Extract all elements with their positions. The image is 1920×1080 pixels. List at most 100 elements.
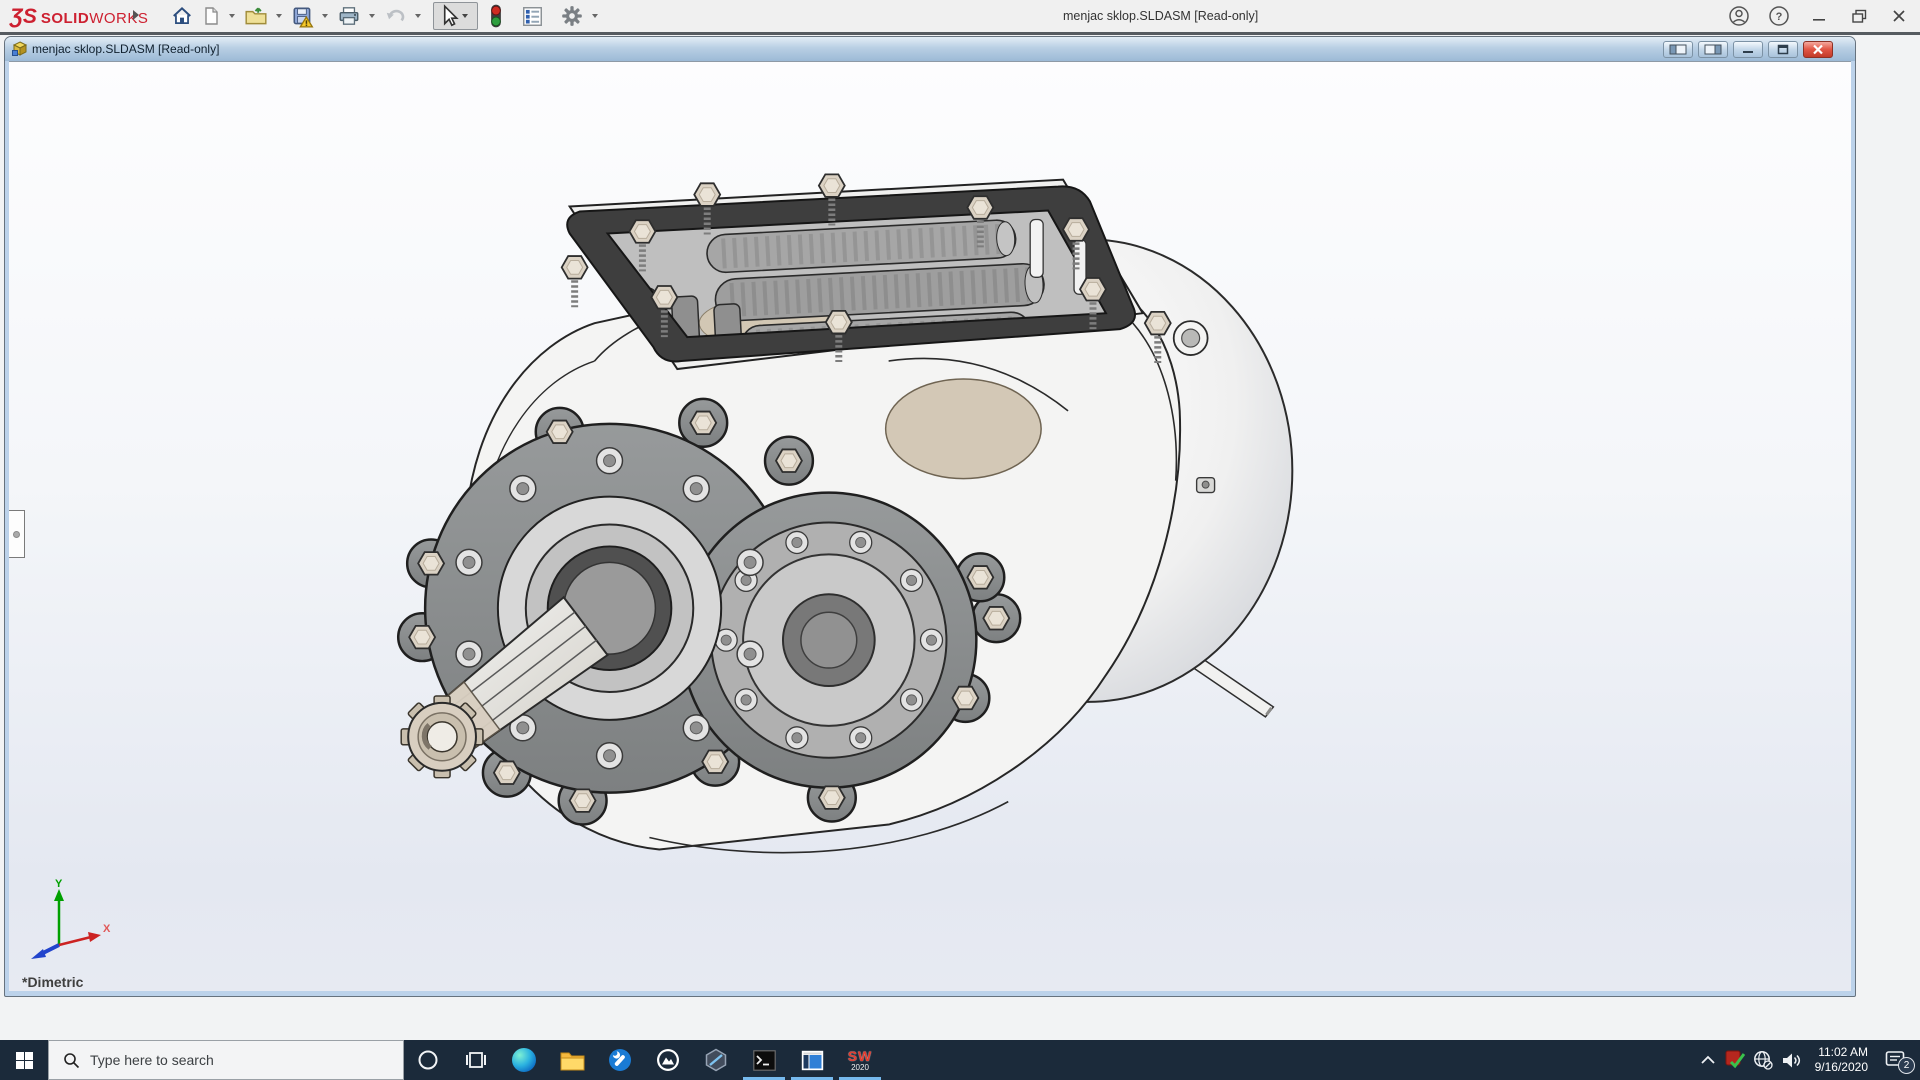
- window-app-icon: [801, 1050, 823, 1070]
- taskbar-search-input[interactable]: Type here to search: [48, 1040, 404, 1080]
- action-center-button[interactable]: 2: [1876, 1040, 1916, 1080]
- pane-handle-dot: [13, 530, 20, 538]
- solidworks-logo-light: WORKS: [89, 10, 149, 27]
- undo-button[interactable]: [381, 3, 410, 29]
- solidworks-resource-monitor-icon: [1725, 1050, 1745, 1069]
- undo-icon: [386, 9, 405, 22]
- taskbar-item-solidworks[interactable]: SW 2020: [836, 1040, 884, 1080]
- network-tray-item[interactable]: [1749, 1040, 1777, 1080]
- windows-taskbar: Type here to search SW 2020: [0, 1040, 1920, 1080]
- solidworks-letters: SW: [847, 1047, 873, 1064]
- task-view-icon: [466, 1052, 486, 1068]
- open-button[interactable]: [241, 3, 271, 29]
- document-title-bar[interactable]: menjac sklop.SLDASM [Read-only]: [5, 37, 1855, 61]
- solidworks-logo: ƷS SOLID WORKS: [10, 5, 148, 29]
- command-prompt-icon: [752, 1049, 776, 1071]
- photos-icon: [657, 1049, 679, 1071]
- user-account-button[interactable]: [1726, 3, 1752, 29]
- doc-close-button[interactable]: [1803, 41, 1833, 58]
- document-window: menjac sklop.SLDASM [Read-only] Y X *Dim…: [4, 36, 1856, 997]
- select-tool-dropdown[interactable]: [462, 14, 468, 18]
- taskbar-item-window-app[interactable]: [788, 1040, 836, 1080]
- dev-app-hexagon-icon: [705, 1048, 727, 1072]
- tray-time: 11:02 AM: [1818, 1045, 1868, 1059]
- quick-access-toolbar: [168, 0, 604, 32]
- volume-tray-item[interactable]: [1777, 1040, 1807, 1080]
- undo-dropdown[interactable]: [415, 14, 421, 18]
- triad-y-label: Y: [55, 878, 63, 890]
- taskbar-item-settings-tool[interactable]: [596, 1040, 644, 1080]
- file-properties-icon: [523, 6, 542, 26]
- spline-end: [400, 695, 484, 779]
- search-icon: [64, 1052, 80, 1068]
- assembly-file-icon: [12, 41, 28, 57]
- print-button[interactable]: [334, 3, 364, 29]
- edge-icon: [512, 1048, 536, 1072]
- app-close-button[interactable]: [1886, 3, 1912, 29]
- minimize-icon: [1813, 19, 1825, 21]
- guide-pin: [1029, 218, 1044, 278]
- solidworks-logo-bold: SOLID: [40, 10, 90, 27]
- app-title-bar: ƷS SOLID WORKS menjac sklop.SLDASM [Read…: [0, 0, 1920, 32]
- internal-gear-face: [884, 378, 1042, 480]
- new-document-dropdown[interactable]: [229, 14, 235, 18]
- app-minimize-button[interactable]: [1806, 3, 1832, 29]
- save-icon: [293, 7, 314, 28]
- start-button[interactable]: [0, 1040, 48, 1080]
- hidden-icons-button[interactable]: [1695, 1040, 1721, 1080]
- options-button[interactable]: [557, 3, 587, 29]
- print-dropdown[interactable]: [369, 14, 375, 18]
- app-restore-button[interactable]: [1846, 3, 1872, 29]
- taskbar-item-edge[interactable]: [500, 1040, 548, 1080]
- orientation-triad: Y X: [31, 878, 111, 959]
- file-properties-button[interactable]: [518, 3, 547, 29]
- app-window-title: menjac sklop.SLDASM [Read-only]: [1063, 9, 1259, 23]
- new-document-button[interactable]: [198, 3, 224, 29]
- doc-restore-button[interactable]: [1768, 41, 1798, 58]
- tray-date: 9/16/2020: [1814, 1060, 1868, 1074]
- search-placeholder: Type here to search: [90, 1052, 214, 1068]
- gearbox-assembly-model[interactable]: [9, 62, 1851, 991]
- doc-minimize-button[interactable]: [1733, 41, 1763, 58]
- graphics-viewport[interactable]: Y X *Dimetric: [9, 61, 1851, 991]
- notification-count-badge: 2: [1898, 1057, 1915, 1074]
- close-icon: [1893, 10, 1905, 22]
- doc-toggle-left-pane-button[interactable]: [1663, 41, 1693, 58]
- rebuild-traffic-light-icon: [491, 4, 501, 28]
- help-button[interactable]: ?: [1766, 3, 1792, 29]
- help-glyph: ?: [1776, 11, 1783, 23]
- open-dropdown[interactable]: [276, 14, 282, 18]
- new-document-icon: [205, 7, 218, 25]
- clock-tray-item[interactable]: 11:02 AM 9/16/2020: [1807, 1040, 1876, 1080]
- save-dropdown[interactable]: [322, 14, 328, 18]
- options-gear-icon: [562, 6, 582, 26]
- network-globe-icon: [1753, 1051, 1773, 1070]
- help-icon: ?: [1769, 6, 1789, 26]
- select-arrow-icon: [443, 4, 459, 27]
- save-button[interactable]: [288, 3, 317, 29]
- rebuild-button[interactable]: [484, 3, 508, 29]
- mdi-client-area: menjac sklop.SLDASM [Read-only] Y X *Dim…: [0, 35, 1920, 1040]
- select-tool-button[interactable]: [433, 2, 478, 30]
- app-window-controls: ?: [1726, 0, 1912, 32]
- document-window-controls: [1663, 41, 1833, 58]
- solidworks-tray-item[interactable]: [1721, 1040, 1749, 1080]
- doc-toggle-right-pane-button[interactable]: [1698, 41, 1728, 58]
- taskbar-item-file-explorer[interactable]: [548, 1040, 596, 1080]
- taskbar-item-task-view[interactable]: [452, 1040, 500, 1080]
- file-explorer-icon: [560, 1052, 584, 1070]
- settings-tool-icon: [609, 1049, 631, 1071]
- home-button[interactable]: [168, 3, 196, 29]
- print-icon: [339, 7, 359, 25]
- toolbar-expand-arrow[interactable]: [133, 10, 139, 20]
- taskbar-item-command-prompt[interactable]: [740, 1040, 788, 1080]
- taskbar-item-photos[interactable]: [644, 1040, 692, 1080]
- taskbar-item-cortana[interactable]: [404, 1040, 452, 1080]
- options-dropdown[interactable]: [592, 14, 598, 18]
- view-orientation-label: *Dimetric: [22, 974, 84, 990]
- document-title: menjac sklop.SLDASM [Read-only]: [32, 42, 220, 56]
- taskbar-item-dev-app[interactable]: [692, 1040, 740, 1080]
- feature-pane-collapsed-tab[interactable]: [9, 510, 25, 558]
- chevron-up-icon: [1700, 1055, 1715, 1064]
- windows-logo-icon: [15, 1051, 33, 1069]
